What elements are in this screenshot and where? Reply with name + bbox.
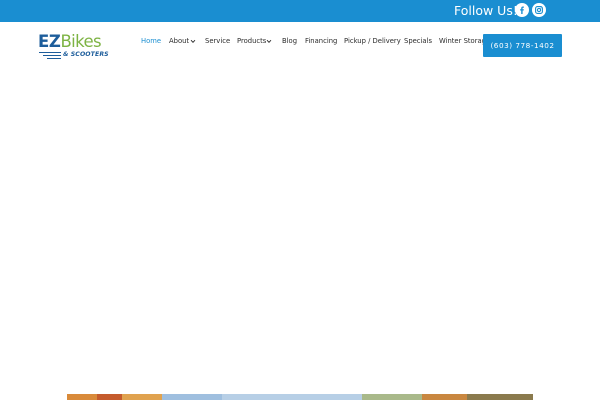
- nav-item-label: Products: [237, 37, 267, 45]
- nav-item-label: Financing: [305, 37, 338, 45]
- site-logo[interactable]: EZBikes & SCOOTERS: [38, 33, 120, 61]
- nav-item-home[interactable]: Home: [141, 35, 161, 47]
- logo-tagline: & SCOOTERS: [63, 51, 109, 58]
- facebook-icon[interactable]: [515, 3, 529, 17]
- nav-item-blog[interactable]: Blog: [282, 35, 297, 47]
- nav-item-about[interactable]: About: [169, 35, 189, 47]
- chevron-down-icon: [266, 39, 272, 44]
- nav-item-label: Service: [205, 37, 231, 45]
- phone-button-label: (603) 778-1402: [490, 41, 555, 50]
- nav-item-label: Pickup / Delivery: [344, 37, 401, 45]
- nav-item-service[interactable]: Service: [205, 35, 230, 47]
- chevron-down-icon: [190, 39, 196, 44]
- logo-bikes: Bikes: [60, 32, 102, 51]
- nav-item-specials[interactable]: Specials: [404, 35, 432, 47]
- logo-ez: EZ: [38, 32, 61, 51]
- instagram-icon[interactable]: [532, 3, 546, 17]
- follow-us-label: Follow Us!: [454, 3, 518, 18]
- nav-item-label: About: [169, 37, 190, 45]
- nav-item-products[interactable]: Products: [237, 35, 266, 47]
- phone-button[interactable]: (603) 778-1402: [483, 34, 562, 57]
- logo-speed-lines: [39, 52, 61, 59]
- nav-item-pickup-delivery[interactable]: Pickup / Delivery: [344, 35, 401, 47]
- logo-wordmark: EZBikes: [38, 32, 102, 51]
- nav-item-label: Home: [141, 37, 162, 45]
- nav-item-label: Blog: [282, 37, 298, 45]
- hero-image: [67, 394, 533, 400]
- nav-item-label: Specials: [404, 37, 433, 45]
- top-bar: Follow Us!: [0, 0, 600, 22]
- nav-item-financing[interactable]: Financing: [305, 35, 337, 47]
